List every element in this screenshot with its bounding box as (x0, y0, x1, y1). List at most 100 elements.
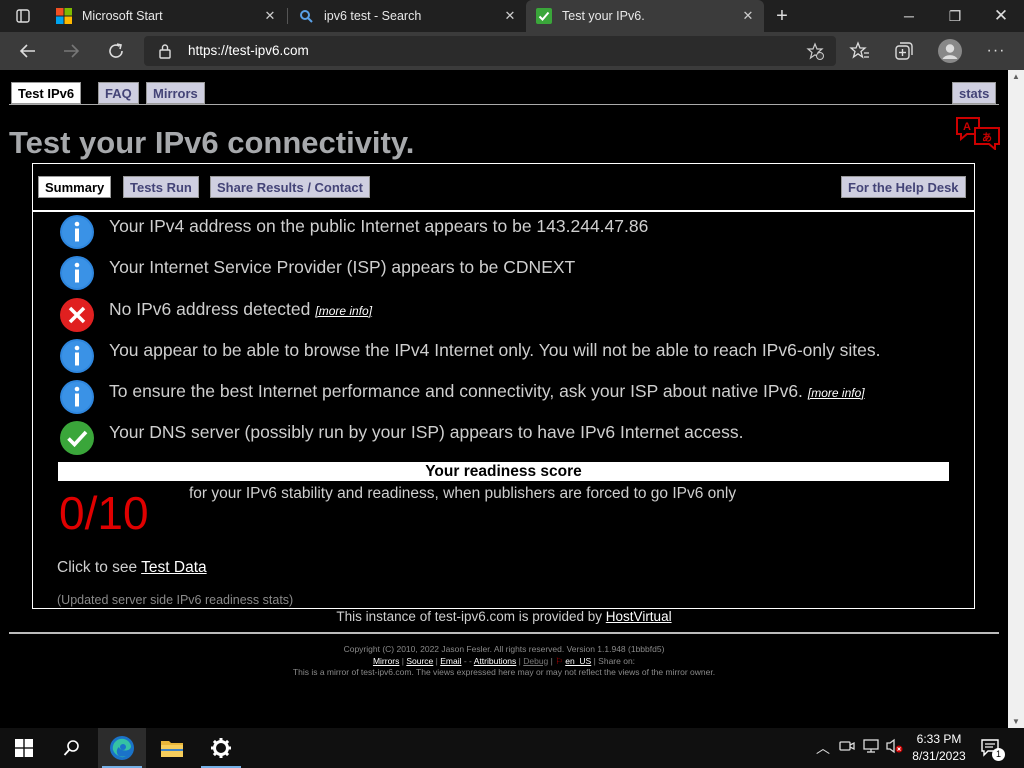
result-text: No IPv6 address detected [more info] (109, 299, 373, 319)
new-tab-icon[interactable]: + (772, 6, 792, 26)
collections-icon[interactable] (893, 40, 915, 62)
footer-link-email[interactable]: Email (440, 656, 461, 666)
meet-now-icon[interactable] (838, 738, 856, 758)
readiness-score-title: Your readiness score (58, 462, 949, 481)
result-row: Your Internet Service Provider (ISP) app… (59, 255, 575, 295)
result-row: You appear to be able to browse the IPv4… (59, 338, 880, 378)
forward-icon[interactable] (56, 36, 86, 66)
system-clock[interactable]: 6:33 PM 8/31/2023 (908, 731, 970, 765)
result-row: To ensure the best Internet performance … (59, 379, 865, 419)
taskbar-edge[interactable] (98, 728, 146, 768)
close-tab-icon[interactable]: ✕ (262, 8, 278, 24)
folder-icon (161, 741, 183, 757)
result-text: To ensure the best Internet performance … (109, 381, 865, 401)
tab-help-desk[interactable]: For the Help Desk (841, 176, 966, 198)
taskbar-file-explorer[interactable] (148, 728, 196, 768)
lock-icon (159, 44, 171, 59)
share-on-text: | Share on: (593, 655, 636, 666)
info-icon (60, 380, 94, 414)
clock-time: 6:33 PM (916, 732, 962, 746)
result-row: No IPv6 address detected [more info] (59, 297, 372, 337)
show-hidden-icons-icon[interactable]: ︿ (814, 738, 832, 758)
footer-link-mirrors[interactable]: Mirrors (373, 656, 399, 666)
divider (9, 104, 999, 105)
page-content: Test IPv6 FAQ Mirrors stats Test your IP… (0, 70, 1008, 728)
notification-count-badge: 1 (992, 748, 1005, 761)
checkmark-favicon-icon (536, 8, 552, 24)
test-data-line: Click to see Test Data (57, 559, 207, 577)
favorites-icon[interactable] (849, 40, 871, 62)
close-tab-icon[interactable]: ✕ (502, 8, 518, 24)
result-text: Your IPv4 address on the public Internet… (109, 216, 649, 236)
page-title: Test your IPv6 connectivity. (9, 125, 415, 160)
test-data-prefix: Click to see (57, 559, 138, 576)
tab-tests-run[interactable]: Tests Run (123, 176, 199, 198)
tab-stats[interactable]: stats (952, 82, 997, 104)
tab-actions-icon[interactable] (8, 1, 38, 31)
footer-link-locale[interactable]: en_US (565, 656, 591, 666)
search-button[interactable] (48, 728, 96, 768)
more-info-link[interactable]: [more info] (808, 386, 865, 400)
result-text: You appear to be able to browse the IPv4… (109, 340, 881, 360)
flag-icon: ⚐ (555, 655, 563, 666)
check-ok-icon (60, 421, 94, 455)
readiness-score-description: for your IPv6 stability and readiness, w… (189, 485, 737, 502)
tab-title: ipv6 test - Search (324, 9, 422, 23)
search-icon (63, 740, 79, 756)
summary-panel: Summary Tests Run Share Results / Contac… (32, 163, 975, 609)
notification-center-icon[interactable]: 1 (980, 738, 1006, 761)
instance-note: This instance of test-ipv6.com is provid… (0, 609, 1008, 624)
tab-title: Microsoft Start (82, 9, 163, 23)
result-text: Your Internet Service Provider (ISP) app… (109, 257, 576, 277)
search-icon (300, 10, 313, 23)
tab-ipv6-search[interactable]: ipv6 test - Search ✕ (288, 0, 526, 32)
settings-more-icon[interactable]: ··· (981, 36, 1011, 66)
svg-text:あ: あ (982, 131, 992, 144)
add-favorite-icon[interactable] (806, 42, 824, 60)
taskbar-settings[interactable] (197, 728, 245, 768)
result-row: Your IPv4 address on the public Internet… (59, 214, 648, 254)
svg-text:A: A (963, 121, 971, 133)
network-icon[interactable] (862, 738, 880, 758)
minimize-icon[interactable]: ─ (886, 0, 932, 32)
info-icon (60, 339, 94, 373)
tab-test-ipv6[interactable]: Test IPv6 (11, 82, 82, 104)
test-data-link[interactable]: Test Data (141, 559, 206, 576)
scroll-down-icon[interactable]: ▼ (1011, 717, 1021, 726)
vertical-scrollbar[interactable]: ▲ ▼ (1008, 70, 1024, 728)
footer-links: Mirrors | Source | Email - - Attribution… (372, 655, 636, 666)
tab-share-results[interactable]: Share Results / Contact (210, 176, 370, 198)
footer: Copyright (C) 2010, 2022 Jason Fesler. A… (0, 644, 1008, 679)
gear-icon (211, 738, 231, 758)
tab-test-your-ipv6[interactable]: Test your IPv6. ✕ (526, 0, 764, 32)
footer-link-source[interactable]: Source (406, 656, 433, 666)
back-icon[interactable] (13, 36, 43, 66)
browser-toolbar: https://test-ipv6.com ··· (0, 32, 1024, 70)
footer-link-attributions[interactable]: Attributions (474, 656, 517, 666)
mirror-note: This is a mirror of test-ipv6.com. The v… (292, 667, 716, 677)
info-icon (60, 256, 94, 290)
close-tab-icon[interactable]: ✕ (740, 8, 756, 24)
address-bar[interactable]: https://test-ipv6.com (144, 36, 836, 66)
taskbar: ︿ 6:33 PM 8/31/2023 1 (0, 728, 1024, 768)
close-window-icon[interactable]: ✕ (978, 0, 1024, 32)
scroll-up-icon[interactable]: ▲ (1011, 72, 1021, 81)
more-info-link[interactable]: [more info] (315, 304, 372, 318)
tab-faq[interactable]: FAQ (98, 82, 139, 104)
tab-summary[interactable]: Summary (38, 176, 112, 198)
result-text: Your DNS server (possibly run by your IS… (109, 422, 744, 442)
tab-mirrors[interactable]: Mirrors (146, 82, 205, 104)
footer-link-debug[interactable]: Debug (523, 656, 548, 666)
volume-muted-icon[interactable] (886, 738, 904, 758)
tab-microsoft-start[interactable]: Microsoft Start ✕ (46, 0, 286, 32)
language-translate-icon[interactable]: A あ (955, 116, 1001, 150)
hostvirtual-link[interactable]: HostVirtual (606, 609, 672, 624)
windows-logo-icon (15, 739, 33, 757)
browser-tab-bar: Microsoft Start ✕ ipv6 test - Search ✕ T… (0, 0, 1024, 32)
result-row: Your DNS server (possibly run by your IS… (59, 420, 744, 460)
updated-stats-note: (Updated server side IPv6 readiness stat… (57, 593, 294, 607)
start-button[interactable] (0, 728, 48, 768)
refresh-icon[interactable] (101, 36, 131, 66)
restore-icon[interactable]: ❐ (932, 0, 978, 32)
profile-avatar-icon[interactable] (938, 39, 962, 63)
